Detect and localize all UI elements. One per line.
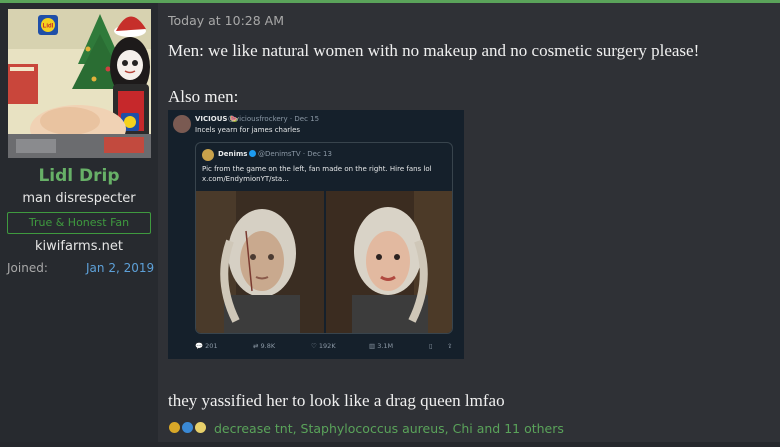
quoted-text-line-1: Pic from the game on the left, fan made … <box>202 165 432 173</box>
view-count: ▥ 3.1M <box>369 342 394 350</box>
crescent-moon-icon <box>194 421 207 434</box>
joined-label: Joined: <box>7 261 48 275</box>
quoted-author-avatar <box>202 149 214 161</box>
tweet-actions: 💬 201 ⇄ 9.8K ♡ 192K ▥ 3.1M ▯ ⇪ <box>195 342 461 354</box>
pineapple-icon <box>168 421 181 434</box>
quoted-tweet: Denims @DenimsTV · Dec 13 Pic from the g… <box>195 142 453 334</box>
avatar-image: Lidl <box>8 9 151 158</box>
reply-count: 💬 201 <box>195 342 218 350</box>
username[interactable]: Lidl Drip <box>0 166 158 186</box>
post-text-line-1: Men: we like natural women with no makeu… <box>168 41 700 60</box>
tweet-text: Incels yearn for james charles <box>195 126 301 134</box>
retweet-count: ⇄ 9.8K <box>253 342 276 350</box>
verified-badge-icon <box>249 150 257 157</box>
thumbs-up-icon <box>181 421 194 434</box>
quoted-text-line-2: x.com/EndymionYT/sta... <box>202 175 289 183</box>
avatar-logo: Lidl <box>43 24 54 30</box>
quoted-author-name: Denims <box>218 150 257 158</box>
quoted-author-handle: @DenimsTV · Dec 13 <box>258 150 332 158</box>
tweet-author-avatar <box>173 115 191 133</box>
like-count: ♡ 192K <box>311 342 336 350</box>
embedded-image[interactable]: VICIOUS 🍉 @viciousfrockery · Dec 15 Ince… <box>168 110 464 359</box>
avatar[interactable]: Lidl <box>8 9 151 158</box>
bookmark-icon: ▯ <box>429 342 433 350</box>
user-info-column: Lidl Lidl Drip man disrespecter True & H… <box>0 3 158 442</box>
game-portrait-image <box>196 191 324 333</box>
post-timestamp[interactable]: Today at 10:28 AM <box>168 13 284 28</box>
share-icon: ⇪ <box>447 342 453 350</box>
post-text-line-2: Also men: <box>168 87 239 106</box>
fan-edit-portrait-image <box>326 191 452 333</box>
message-post: Lidl Lidl Drip man disrespecter True & H… <box>0 0 780 442</box>
reactions-list[interactable]: decrease tnt, Staphylococcus aureus, Chi… <box>214 421 564 436</box>
message-main: Today at 10:28 AM Men: we like natural w… <box>168 3 768 443</box>
tweet-author-handle: @viciousfrockery · Dec 15 <box>228 115 320 123</box>
user-website: kiwifarms.net <box>35 239 123 254</box>
post-text-line-3: they yassified her to look like a drag q… <box>168 391 505 410</box>
user-banner: True & Honest Fan <box>7 212 151 234</box>
user-title: man disrespecter <box>22 191 136 206</box>
quoted-text: Pic from the game on the left, fan made … <box>202 164 432 184</box>
joined-date: Jan 2, 2019 <box>86 261 155 275</box>
